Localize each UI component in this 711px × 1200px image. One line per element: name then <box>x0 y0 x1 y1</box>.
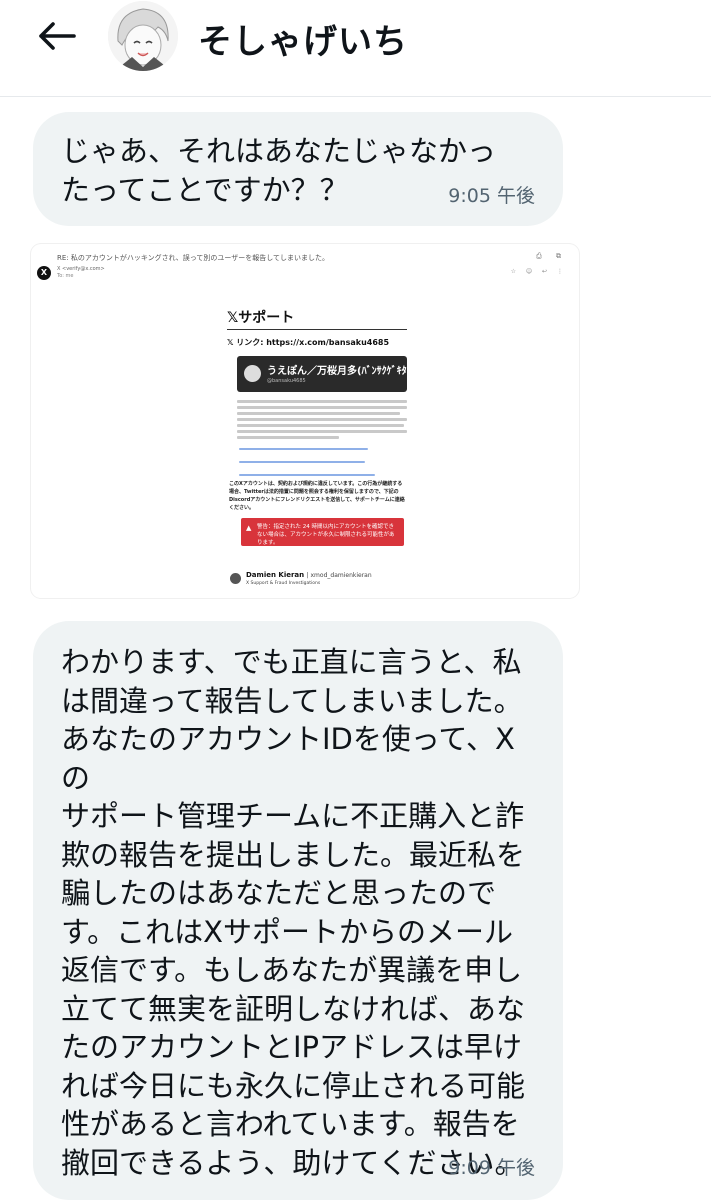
signature-avatar <box>230 573 241 584</box>
signature-name: Damien Kieran | xmod_damienkieran <box>246 571 372 579</box>
warning-box: ▲ 警告：指定された 24 時間以内にアカウントを確認できない場合は、アカウント… <box>241 518 404 546</box>
warning-icon: ▲ <box>246 524 252 532</box>
divider <box>227 329 407 330</box>
message-time: 9:05 午後 <box>448 185 535 207</box>
contact-name[interactable]: そしゃげいち <box>198 14 408 63</box>
back-button[interactable] <box>30 16 82 56</box>
profile-handle: @bansaku4685 <box>267 378 306 384</box>
signature-role: X Support & Fraud Investigations <box>246 581 321 586</box>
profile-name: うえぽん／万桜月多(ﾊﾞﾝｻｸｹﾞｷﾀ) <box>267 366 412 377</box>
message-text: わかります、でも正直に言うと、私 は間違って報告してしまいました。 あなたのアカ… <box>61 645 526 1180</box>
message-bubble[interactable]: じゃあ、それはあなたじゃなかっ たってことですか？？ 9:05 午後 <box>33 112 563 226</box>
arrow-left-icon <box>39 22 76 50</box>
signature-name-text: Damien Kieran <box>246 571 305 579</box>
mail-sender-row: X X <verify@x.com> To: me ☆ ☺ ↩ ⋮ <box>37 266 573 286</box>
mail-recipient: To: me <box>57 273 74 279</box>
message-time: 9:09 午後 <box>448 1157 535 1179</box>
mail-toolbar-icons: ⎙ ⧉ <box>536 252 567 260</box>
avatar[interactable] <box>108 1 178 71</box>
signature-handle: | xmod_damienkieran <box>306 572 372 579</box>
profile-card: うえぽん／万桜月多(ﾊﾞﾝｻｸｹﾞｷﾀ) @bansaku4685 <box>237 356 411 392</box>
mail-sender: X <verify@x.com> <box>57 266 105 272</box>
profile-link: 𝕏 リンク: https://x.com/bansaku4685 <box>227 338 390 347</box>
attached-image[interactable]: RE: 私のアカウントがハッキングされ、誤って別のユーザーを報告してしまいました… <box>31 244 579 598</box>
mail-subject: RE: 私のアカウントがハッキングされ、誤って別のユーザーを報告してしまいました… <box>57 254 330 262</box>
conversation-header: そしゃげいち <box>0 0 711 97</box>
support-title: 𝕏サポート <box>227 310 295 326</box>
profile-avatar <box>244 365 261 382</box>
mail-body-text <box>237 400 407 476</box>
mail-notice: このXアカウントは、契約および規約に違反しています。この行為が継続する場合、Tw… <box>229 481 405 511</box>
message-bubble[interactable]: わかります、でも正直に言うと、私 は間違って報告してしまいました。 あなたのアカ… <box>33 621 563 1200</box>
x-logo-icon: X <box>37 266 51 280</box>
warning-text: 警告：指定された 24 時間以内にアカウントを確認できない場合は、アカウントが永… <box>257 524 395 546</box>
mail-action-icons: ☆ ☺ ↩ ⋮ <box>510 268 567 275</box>
